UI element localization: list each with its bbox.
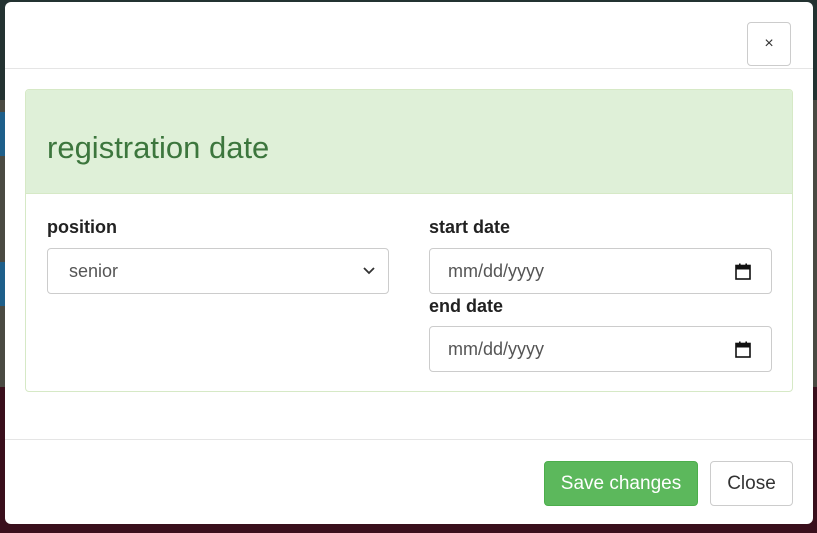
end-date-input[interactable]: mm/dd/yyyy [429, 326, 772, 372]
position-select-value: senior [69, 260, 119, 281]
close-button[interactable]: Close [710, 461, 793, 506]
panel-heading: registration date [26, 90, 792, 194]
calendar-icon[interactable] [735, 341, 751, 358]
save-changes-button[interactable]: Save changes [544, 461, 698, 506]
close-icon[interactable]: × [747, 22, 791, 66]
modal-header: × [5, 2, 813, 69]
registration-modal: × registration date position senior star… [5, 2, 813, 524]
end-date-label: end date [429, 296, 504, 316]
registration-panel: registration date position senior start … [25, 89, 793, 392]
position-label: position [47, 217, 117, 237]
chevron-down-icon [362, 264, 376, 278]
panel-title: registration date [47, 130, 270, 165]
calendar-icon[interactable] [735, 263, 751, 280]
start-date-label: start date [429, 217, 511, 237]
position-select[interactable]: senior [47, 248, 389, 294]
start-date-input[interactable]: mm/dd/yyyy [429, 248, 772, 294]
start-date-placeholder: mm/dd/yyyy [448, 260, 545, 281]
end-date-placeholder: mm/dd/yyyy [448, 338, 545, 359]
